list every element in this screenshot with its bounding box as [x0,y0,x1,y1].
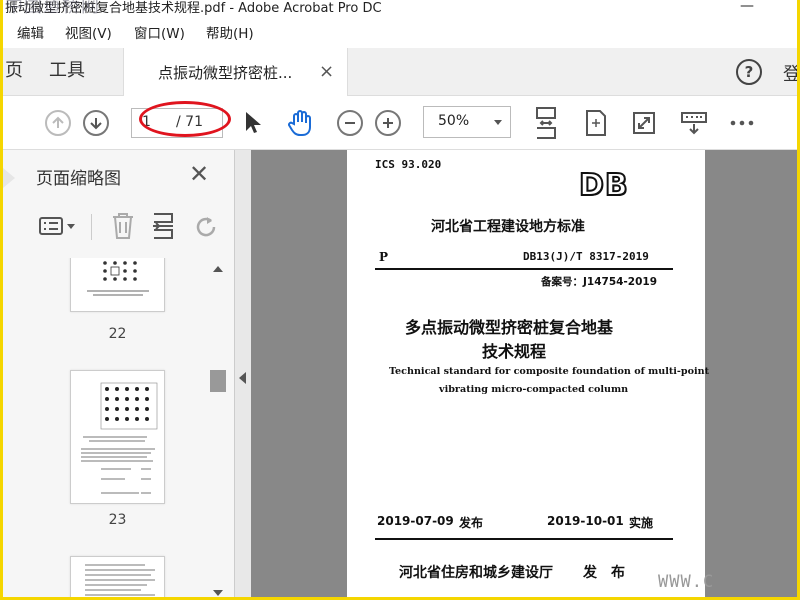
plus-icon [375,110,401,136]
menu-view[interactable]: 视图(V) [65,20,112,48]
menu-bar: 编辑 视图(V) 窗口(W) 帮助(H) [3,20,797,48]
fit-page-button[interactable] [581,96,611,150]
pointer-icon [246,112,261,133]
zoom-select[interactable]: 50% [423,106,511,138]
standard-code: DB13(J)/T 8317-2019 [523,250,649,263]
rotate-icon[interactable] [193,214,219,240]
select-tool-button[interactable] [239,96,267,150]
red-highlight-circle [139,101,231,137]
category-code: P [379,250,389,264]
fit-page-icon [586,110,606,136]
sign-in-button[interactable]: 登 [783,60,797,86]
english-title-line1: Technical standard for composite foundat… [389,366,710,377]
expand-icon [633,112,655,134]
zoom-in-button[interactable] [373,96,403,150]
more-icon [730,120,754,126]
app-window: 振动微型挤密桩复合地基技术规程.pdf - Adobe Acrobat Pro … [0,0,800,600]
site-url-watermark: WWW.C [658,572,715,592]
divider [91,214,92,240]
issuer-action: 发 布 [583,565,625,581]
issuer-name: 河北省住房和城乡建设厅 [399,565,553,581]
menu-help[interactable]: 帮助(H) [206,20,254,48]
thumbnail-scrollbar[interactable] [209,258,227,597]
zoom-value: 50% [438,113,470,129]
close-panel-button[interactable]: ✕ [189,160,209,188]
effective-label: 实施 [629,516,654,530]
fit-width-icon [536,107,556,139]
extract-page-icon[interactable] [151,212,175,240]
doc-title-line2: 技术规程 [482,342,547,361]
thumbnail-list: 22 23 [3,258,209,597]
help-icon[interactable]: ? [736,59,762,85]
tab-document[interactable]: 点振动微型挤密桩... [123,48,348,97]
full-screen-button[interactable] [629,96,659,150]
next-page-button[interactable] [81,96,111,150]
thumbnail-label: 23 [108,512,127,528]
previous-page-button[interactable] [43,96,73,150]
toolbar [3,96,797,150]
header-rule [375,268,673,270]
chevron-down-icon [494,120,502,125]
publish-label: 发布 [459,516,484,530]
menu-window[interactable]: 窗口(W) [134,20,185,48]
ics-code: ICS 93.020 [375,158,442,171]
scroll-up-icon[interactable] [213,266,223,272]
document-view[interactable]: ICS 93.020 DB 河北省工程建设地方标准 P DB13(J)/T 83… [251,150,797,597]
hand-tool-button[interactable] [285,96,317,150]
panel-toolbar [3,206,235,246]
panel-collapse-handle[interactable] [235,150,251,597]
title-bar: 振动微型挤密桩复合地基技术规程.pdf - Adobe Acrobat Pro … [3,0,797,20]
tab-document-label: 点振动微型挤密桩... [158,64,293,82]
pdf-page: ICS 93.020 DB 河北省工程建设地方标准 P DB13(J)/T 83… [347,150,709,597]
db-logo: DB [578,167,629,204]
page-preview [85,564,155,596]
tab-tools[interactable]: 工具 [49,48,85,96]
read-mode-button[interactable] [677,96,711,150]
record-number: 备案号：J14754-2019 [541,276,658,288]
hand-icon [288,110,311,136]
close-tab-button[interactable]: × [319,61,334,82]
effective-date: 2019-10-01 [547,514,624,528]
menu-edit[interactable]: 编辑 [17,20,44,48]
arrow-down-icon [83,110,109,136]
thumbnail-label: 22 [108,326,127,342]
options-menu-icon[interactable] [39,216,77,236]
authority-label: 河北省工程建设地方标准 [431,219,585,235]
doc-title-line1: 多点振动微型挤密桩复合地基 [405,318,614,337]
panel-title: 页面缩略图 [36,169,121,189]
zoom-out-button[interactable] [335,96,365,150]
footer-rule [375,538,673,540]
english-title-line2: vibrating micro-compacted column [439,384,629,395]
site-watermark: 中国道桥网 [5,0,100,17]
trash-icon[interactable] [111,212,135,240]
thumbnail-page-22[interactable] [70,258,165,312]
page-thumbnails-panel: 页面缩略图 ✕ 22 23 [3,150,235,597]
tab-bar: 页 工具 点振动微型挤密桩... × ? 登 [3,48,797,97]
keyboard-icon [681,112,707,135]
scroll-down-icon[interactable] [213,590,223,596]
scroll-thumb[interactable] [210,370,226,392]
fit-width-button[interactable] [531,96,561,150]
thumbnail-page-24[interactable] [70,556,165,597]
panel-pointer-icon [3,168,15,188]
arrow-up-icon [45,110,71,136]
page-preview [87,261,149,296]
chevron-left-icon [239,372,246,384]
minus-icon [337,110,363,136]
minimize-button[interactable]: — [740,0,754,15]
tab-home[interactable]: 页 [5,48,23,96]
more-tools-button[interactable] [727,96,757,150]
thumbnail-page-23[interactable] [70,370,165,504]
publish-date: 2019-07-09 [377,514,454,528]
page-preview [81,382,158,494]
